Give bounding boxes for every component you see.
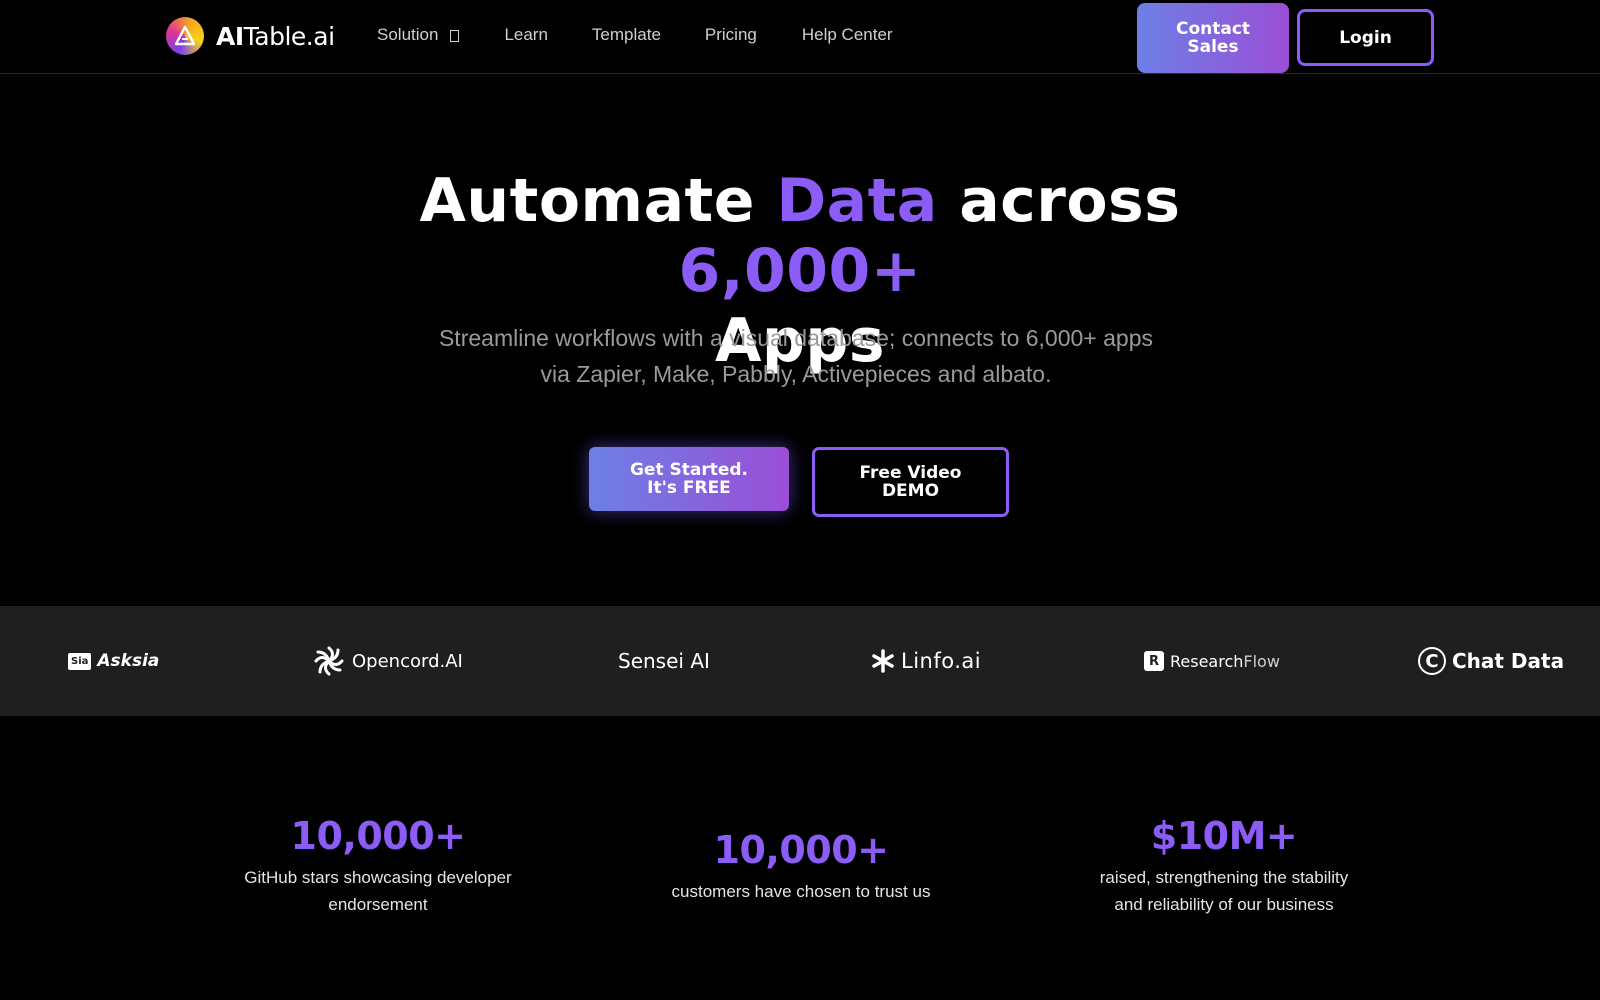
nav-item-label: Learn <box>504 25 548 44</box>
stat-value: $10M+ <box>1150 814 1298 858</box>
stat-github-stars: 10,000+ GitHub stars showcasing develope… <box>228 814 528 918</box>
contact-sales-line1: Contact <box>1175 19 1251 39</box>
stat-label: raised, strengthening the stability and r… <box>1099 868 1349 914</box>
copyright-icon: C <box>1418 647 1446 675</box>
aitable-logo-icon <box>166 17 204 55</box>
stat-value: 10,000+ <box>713 828 889 872</box>
nav-item-label: Pricing <box>704 25 757 44</box>
partner-logo-researchflow: R ResearchFlow <box>1144 606 1280 716</box>
stat-label: customers have chosen to trust us <box>671 882 931 901</box>
partner-name: Sensei AI <box>618 649 710 673</box>
hero-subtitle: Streamline workflows with a visual datab… <box>438 325 1154 387</box>
login-label: Login <box>1339 27 1392 48</box>
get-started-line2: It's FREE <box>647 478 731 498</box>
asksia-badge: Sia <box>68 652 92 670</box>
brand-logo[interactable]: AITable.ai <box>166 17 335 55</box>
linfo-star-icon <box>872 649 894 673</box>
stat-funding: $10M+ raised, strengthening the stabilit… <box>1074 814 1374 918</box>
contact-sales-line2: Sales <box>1187 37 1239 57</box>
nav-links: Solution Learn Template Pricing Help Cen… <box>377 25 893 45</box>
partner-name: Chat Data <box>1452 649 1565 673</box>
stat-label: GitHub stars showcasing developer endorse… <box>244 868 512 914</box>
partner-name: Linfo.ai <box>901 649 982 673</box>
partner-logo-linfo: Linfo.ai <box>871 606 981 716</box>
free-video-demo-button[interactable]: Free Video DEMO <box>812 447 1009 517</box>
demo-line2: DEMO <box>881 481 940 501</box>
nav-item-learn[interactable]: Learn <box>504 25 547 45</box>
demo-line1: Free Video <box>859 463 962 483</box>
nav-item-help-center[interactable]: Help Center <box>802 25 893 45</box>
top-navbar: AITable.ai Solution Learn Template Prici… <box>0 0 1600 74</box>
partner-logo-asksia: Sia Asksia <box>68 606 159 716</box>
partner-name: Opencord.AI <box>352 650 463 672</box>
nav-item-label: Solution <box>377 25 439 44</box>
nav-item-template[interactable]: Template <box>592 25 661 45</box>
partner-logo-strip: Sia Asksia Opencord.AI Sensei AI Linfo.a… <box>0 606 1600 716</box>
nav-item-pricing[interactable]: Pricing <box>705 25 757 45</box>
login-button[interactable]: Login <box>1297 9 1434 66</box>
brand-name: AITable.ai <box>216 21 335 51</box>
partner-name: Asksia <box>97 651 160 671</box>
partner-logo-opencord: Opencord.AI <box>312 606 463 716</box>
partner-logo-sensei-ai: Sensei AI <box>618 606 710 716</box>
stat-customers: 10,000+ customers have chosen to trust u… <box>651 828 951 905</box>
partner-logo-chat-data: C Chat Data <box>1418 606 1564 716</box>
contact-sales-button[interactable]: Contact Sales <box>1137 3 1289 73</box>
researchflow-icon: R <box>1144 651 1164 671</box>
partner-name-suffix: Flow <box>1243 651 1280 671</box>
opencord-logo-icon <box>314 646 344 676</box>
nav-item-label: Help Center <box>801 25 893 44</box>
chevron-down-icon <box>450 30 460 42</box>
nav-item-solution[interactable]: Solution <box>377 25 460 45</box>
partner-name: Research <box>1170 651 1244 671</box>
nav-item-label: Template <box>591 25 661 44</box>
stat-value: 10,000+ <box>290 814 466 858</box>
get-started-button[interactable]: Get Started. It's FREE <box>589 447 789 511</box>
get-started-line1: Get Started. <box>629 460 749 480</box>
